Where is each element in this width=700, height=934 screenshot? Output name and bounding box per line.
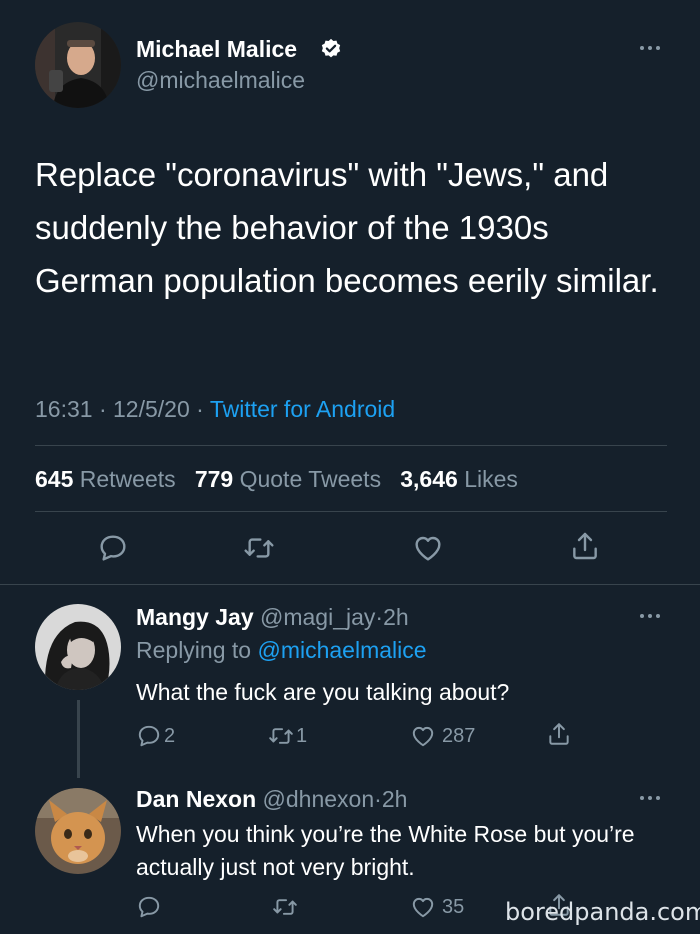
retweet-button[interactable] — [272, 894, 298, 920]
author-name[interactable]: Michael Malice — [136, 36, 297, 63]
avatar-mangy-jay[interactable] — [35, 604, 121, 690]
meta-separator: · — [98, 396, 107, 422]
retweet-count: 1 — [296, 724, 308, 747]
divider — [35, 511, 667, 512]
retweet-button[interactable] — [243, 532, 275, 564]
tweet-text: Replace "coronavirus" with "Jews," and s… — [35, 156, 659, 299]
meta-separator: · — [196, 396, 204, 422]
retweets-count: 645 — [35, 466, 74, 492]
more-icon[interactable] — [640, 46, 660, 50]
retweets-label: Retweets — [79, 466, 176, 492]
like-icon — [412, 726, 434, 747]
like-icon — [415, 536, 441, 561]
likes-count: 3,646 — [400, 466, 458, 492]
reply-icon — [138, 896, 160, 918]
tweet-time: 16:31 — [35, 396, 93, 422]
replying-to: Replying to @michaelmalice — [136, 637, 427, 664]
reply-icon — [138, 725, 160, 747]
retweet-icon — [273, 899, 297, 915]
share-button[interactable] — [546, 721, 572, 747]
more-icon[interactable] — [640, 796, 660, 800]
reply-count: 2 — [164, 724, 176, 747]
like-button[interactable]: 35 — [410, 894, 464, 920]
author-handle[interactable]: @michaelmalice — [136, 67, 305, 94]
retweet-button[interactable]: 1 — [268, 723, 307, 749]
replying-to-prefix: Replying to — [136, 637, 252, 663]
tweet-meta: 16:31 · 12/5/20 · Twitter for Android — [35, 396, 395, 423]
reply-author-name[interactable]: Dan Nexon — [136, 786, 256, 812]
meta-separator: · — [375, 604, 384, 630]
reply-author-handle[interactable]: @magi_jay — [260, 604, 375, 630]
reply-text: What the fuck are you talking about? — [136, 679, 510, 705]
like-count: 287 — [442, 724, 476, 747]
meta-separator: · — [374, 786, 382, 812]
watermark: boredpanda.com — [505, 898, 700, 926]
reply-header: Mangy Jay @magi_jay·2h — [136, 604, 409, 631]
reply-time: 2h — [383, 604, 409, 630]
share-button[interactable] — [569, 530, 601, 562]
divider — [35, 445, 667, 446]
quotes-label: Quote Tweets — [239, 466, 382, 492]
tweet-stats: 645 Retweets 779 Quote Tweets 3,646 Like… — [35, 466, 518, 493]
retweet-icon — [269, 728, 293, 744]
reply-time: 2h — [381, 786, 408, 812]
retweet-icon — [244, 538, 274, 558]
tweet-source-link[interactable]: Twitter for Android — [210, 396, 395, 422]
tweet-date: 12/5/20 — [113, 396, 190, 422]
reply-author-name[interactable]: Mangy Jay — [136, 604, 254, 630]
avatar-dan-nexon[interactable] — [35, 788, 121, 874]
reply-header: Dan Nexon @dhnexon·2h — [136, 786, 407, 813]
reply-author-handle[interactable]: @dhnexon — [263, 786, 375, 812]
share-icon — [573, 532, 597, 560]
reply-button[interactable]: 2 — [136, 723, 175, 749]
share-icon — [549, 723, 569, 745]
divider — [0, 584, 700, 585]
thread-line — [77, 700, 80, 778]
like-count: 35 — [442, 895, 465, 918]
replying-to-handle[interactable]: @michaelmalice — [257, 637, 426, 663]
like-icon — [412, 897, 434, 918]
quotes-stat[interactable]: 779 Quote Tweets — [195, 466, 388, 492]
likes-stat[interactable]: 3,646 Likes — [400, 466, 518, 492]
verified-badge-icon — [320, 38, 342, 65]
likes-label: Likes — [464, 466, 518, 492]
more-icon[interactable] — [640, 614, 660, 618]
reply-text: When you think you’re the White Rose but… — [136, 821, 635, 880]
retweets-stat[interactable]: 645 Retweets — [35, 466, 182, 492]
quotes-count: 779 — [194, 466, 234, 492]
avatar-michael-malice[interactable] — [35, 22, 121, 108]
reply-button[interactable] — [136, 894, 162, 920]
like-button[interactable]: 287 — [410, 723, 475, 749]
reply-icon — [100, 535, 126, 561]
reply-button[interactable] — [97, 532, 129, 564]
like-button[interactable] — [412, 532, 444, 564]
